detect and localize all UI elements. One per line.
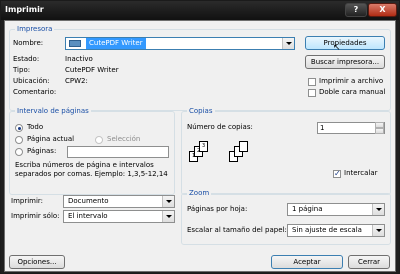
- all-pages-label[interactable]: Todo: [27, 123, 43, 132]
- chevron-down-icon[interactable]: [372, 204, 384, 215]
- options-button[interactable]: Opciones...: [9, 255, 65, 269]
- page-mark-2: 2: [197, 148, 201, 154]
- pages-input[interactable]: [67, 146, 169, 158]
- find-printer-button[interactable]: Buscar impresora...: [305, 55, 385, 69]
- properties-button[interactable]: Propiedades: [305, 36, 385, 50]
- printer-icon: [69, 40, 81, 47]
- pages-per-sheet-label: Páginas por hoja:: [187, 205, 248, 213]
- print-only-label: Imprimir sólo:: [11, 212, 60, 220]
- dialog-body: Impresora Nombre: CutePDF Writer Propied…: [4, 20, 396, 272]
- collate-checkbox[interactable]: [333, 169, 341, 178]
- printer-type-label: Tipo:: [13, 66, 31, 74]
- page-mark-3: 3: [202, 143, 206, 149]
- printer-type-value: CutePDF Writer: [65, 66, 119, 74]
- chevron-down-icon[interactable]: [282, 38, 294, 49]
- cancel-button[interactable]: Cerrar: [348, 255, 390, 269]
- printer-name-value: CutePDF Writer: [86, 38, 146, 49]
- collate-label[interactable]: Intercalar: [344, 169, 378, 178]
- all-pages-radio[interactable]: [15, 124, 23, 132]
- selection-radio[interactable]: [95, 136, 103, 144]
- printer-name-label: Nombre:: [13, 39, 44, 47]
- window-title: Imprimir: [5, 5, 44, 14]
- page-mark-1: 1: [192, 153, 196, 159]
- print-only-select[interactable]: El intervalo: [63, 210, 175, 223]
- copies-group-title: Copias: [187, 107, 215, 116]
- pages-hint-line1: Escriba números de página e intervalos: [15, 161, 154, 169]
- printer-status-label: Estado:: [13, 55, 40, 63]
- scale-select[interactable]: Sin ajuste de escala: [287, 224, 385, 237]
- page-icon: [239, 141, 248, 152]
- print-what-value: Documento: [68, 197, 109, 205]
- print-what-label: Imprimir:: [11, 197, 44, 205]
- print-to-file-label[interactable]: Imprimir a archivo: [319, 77, 383, 86]
- pages-label[interactable]: Páginas:: [27, 147, 56, 156]
- chevron-down-icon[interactable]: [372, 225, 384, 236]
- print-only-value: El intervalo: [68, 212, 108, 220]
- collate-illustration: 1 2 3: [189, 141, 259, 175]
- mouse-cursor-icon: ↖: [333, 43, 341, 53]
- spin-down-icon[interactable]: [375, 128, 384, 134]
- zoom-group-title: Zoom: [187, 189, 212, 198]
- printer-status-value: Inactivo: [65, 55, 93, 63]
- pages-per-sheet-value: 1 página: [292, 205, 323, 213]
- zoom-group: Zoom: [181, 189, 391, 245]
- pages-per-sheet-select[interactable]: 1 página: [287, 203, 385, 216]
- duplex-checkbox[interactable]: [308, 89, 316, 97]
- selection-label[interactable]: Selección: [107, 135, 140, 144]
- pages-hint-line2: separados por comas. Ejemplo: 1,3,5-12,1…: [15, 170, 168, 178]
- chevron-down-icon[interactable]: [162, 211, 174, 222]
- close-button[interactable]: X: [368, 3, 397, 17]
- title-bar[interactable]: Imprimir ? X: [1, 1, 399, 20]
- printer-comment-label: Comentario:: [13, 88, 57, 96]
- copies-number-label: Número de copias:: [187, 123, 253, 131]
- pages-radio[interactable]: [15, 148, 23, 156]
- scale-value: Sin ajuste de escala: [292, 226, 362, 234]
- current-page-radio[interactable]: [15, 136, 23, 144]
- page-range-group-title: Intervalo de páginas: [15, 107, 91, 116]
- chevron-down-icon[interactable]: [162, 196, 174, 207]
- ok-button[interactable]: Aceptar: [271, 255, 343, 269]
- current-page-label[interactable]: Página actual: [27, 135, 74, 144]
- print-to-file-checkbox[interactable]: [308, 78, 316, 86]
- print-what-select[interactable]: Documento: [63, 195, 175, 208]
- printer-name-select[interactable]: CutePDF Writer: [65, 37, 295, 50]
- duplex-label[interactable]: Doble cara manual: [319, 88, 385, 97]
- printer-location-value: CPW2:: [65, 77, 88, 85]
- printer-group-title: Impresora: [15, 25, 55, 34]
- scale-label: Escalar al tamaño del papel:: [187, 226, 287, 234]
- help-button[interactable]: ?: [345, 3, 367, 17]
- printer-location-label: Ubicación:: [13, 77, 50, 85]
- print-dialog: Imprimir ? X Impresora Nombre: CutePDF W…: [0, 0, 400, 274]
